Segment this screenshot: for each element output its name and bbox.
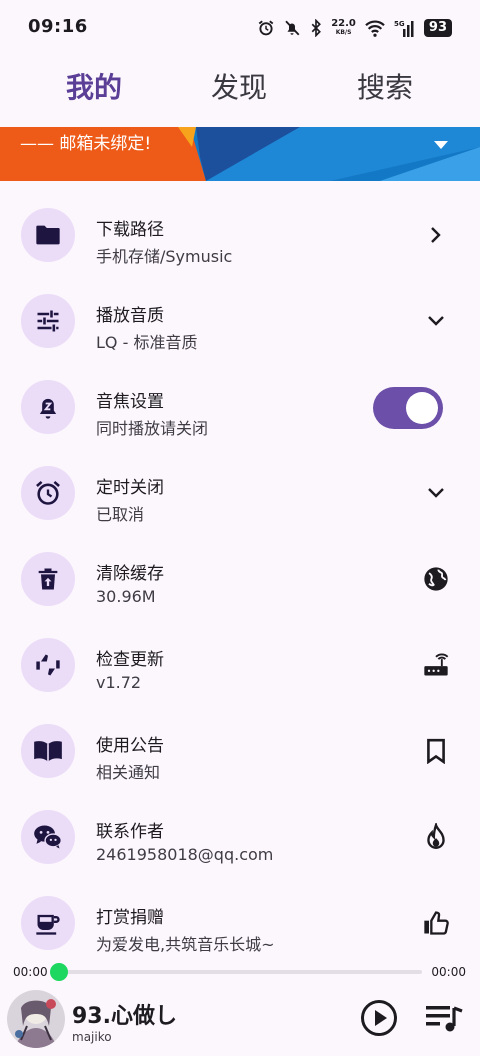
seek-thumb[interactable] (50, 963, 68, 981)
alarm-icon (36, 480, 60, 505)
setting-title: 打赏捐赠 (96, 908, 164, 928)
seek-bar[interactable] (58, 970, 422, 974)
chevron-right-icon[interactable] (422, 221, 450, 249)
tune-icon-circle (21, 294, 75, 348)
setting-title: 下载路径 (96, 220, 164, 240)
bell-z-icon (39, 398, 57, 419)
thumbs-updown-icon-circle (21, 638, 75, 692)
setting-title: 定时关闭 (96, 478, 164, 498)
playback-progress: 00:00 00:00 (0, 960, 480, 984)
alarm-status-icon (258, 20, 274, 36)
email-banner[interactable]: —— 邮箱未绑定! (0, 127, 480, 181)
setting-subtitle: LQ - 标准音质 (96, 333, 198, 352)
song-title: 93.心做し (72, 1004, 177, 1029)
svg-text:5G: 5G (394, 20, 405, 28)
status-icons: 22.0 KB/S 5G 93 (257, 16, 452, 40)
status-time: 09:16 (28, 16, 88, 37)
router-icon[interactable] (422, 651, 450, 679)
tab-discover[interactable]: 发现 (211, 66, 267, 106)
setting-subtitle: 2461958018@qq.com (96, 845, 274, 864)
signal-5g-icon: 5G (394, 20, 414, 37)
setting-subtitle: 已取消 (96, 505, 145, 524)
setting-subtitle: 相关通知 (96, 763, 161, 782)
tune-icon (37, 310, 59, 332)
setting-subtitle: 手机存储/Symusic (96, 247, 233, 266)
chevron-down-icon[interactable] (422, 307, 450, 335)
album-cover[interactable] (7, 990, 65, 1048)
tab-mine[interactable]: 我的 (66, 66, 122, 106)
wechat-icon (34, 825, 62, 849)
setting-subtitle: 30.96M (96, 587, 156, 606)
wechat-icon-circle (21, 810, 75, 864)
wifi-icon (365, 20, 385, 37)
setting-title: 联系作者 (96, 822, 164, 842)
setting-subtitle: 同时播放请关闭 (96, 419, 209, 438)
folder-icon (36, 225, 60, 245)
bell-z-icon-circle (21, 380, 75, 434)
setting-sleep-timer[interactable]: 定时关闭 已取消 (0, 450, 480, 536)
setting-title: 使用公告 (96, 736, 164, 756)
playlist-queue-icon[interactable] (424, 1002, 464, 1036)
banner-label: —— 邮箱未绑定! (20, 134, 152, 154)
book-icon-circle (21, 724, 75, 778)
setting-download-path[interactable]: 下载路径 手机存储/Symusic (0, 192, 480, 278)
setting-audio-focus[interactable]: 音焦设置 同时播放请关闭 (0, 364, 480, 450)
setting-clear-cache[interactable]: 清除缓存 30.96M (0, 536, 480, 622)
thumbs-updown-icon (36, 654, 60, 676)
net-speed: 22.0 KB/S (331, 19, 356, 37)
coffee-icon-circle (21, 896, 75, 950)
setting-check-update[interactable]: 检查更新 v1.72 (0, 622, 480, 708)
setting-audio-quality[interactable]: 播放音质 LQ - 标准音质 (0, 278, 480, 364)
song-artist: majiko (72, 1030, 112, 1044)
setting-notice[interactable]: 使用公告 相关通知 (0, 708, 480, 794)
battery-indicator: 93 (423, 19, 452, 37)
delete-icon-circle (21, 552, 75, 606)
setting-title: 播放音质 (96, 306, 164, 326)
mini-player[interactable]: 93.心做し majiko (0, 990, 480, 1056)
net-speed-unit: KB/S (335, 29, 352, 36)
setting-title: 音焦设置 (96, 392, 164, 412)
status-bar: 09:16 22.0 KB/S 5G 93 (0, 0, 480, 56)
setting-title: 检查更新 (96, 650, 164, 670)
flame-icon[interactable] (422, 823, 450, 851)
alarm-icon-circle (21, 466, 75, 520)
book-icon (34, 741, 62, 762)
setting-contact-author[interactable]: 联系作者 2461958018@qq.com (0, 794, 480, 880)
mute-bell-icon (285, 20, 300, 36)
toggle-knob (406, 392, 438, 424)
setting-title: 清除缓存 (96, 564, 164, 584)
globe-icon[interactable] (422, 565, 450, 593)
chevron-down-icon[interactable] (422, 479, 450, 507)
top-tabs: 我的 发现 搜索 (0, 66, 480, 112)
coffee-icon (36, 914, 60, 935)
audio-focus-toggle[interactable] (373, 387, 443, 429)
delete-icon (38, 568, 58, 590)
setting-donate[interactable]: 打赏捐赠 为爱发电,共筑音乐长城~ (0, 880, 480, 966)
play-button[interactable] (360, 999, 398, 1037)
tab-search[interactable]: 搜索 (357, 66, 413, 106)
current-time: 00:00 (13, 965, 48, 979)
bluetooth-icon (311, 19, 322, 37)
setting-subtitle: 为爱发电,共筑音乐长城~ (96, 935, 275, 954)
folder-icon-circle (21, 208, 75, 262)
dropdown-arrow-icon[interactable] (434, 140, 448, 150)
total-time: 00:00 (431, 965, 466, 979)
bookmark-icon[interactable] (422, 737, 450, 765)
setting-subtitle: v1.72 (96, 673, 142, 692)
thumb-up-icon[interactable] (422, 909, 450, 937)
